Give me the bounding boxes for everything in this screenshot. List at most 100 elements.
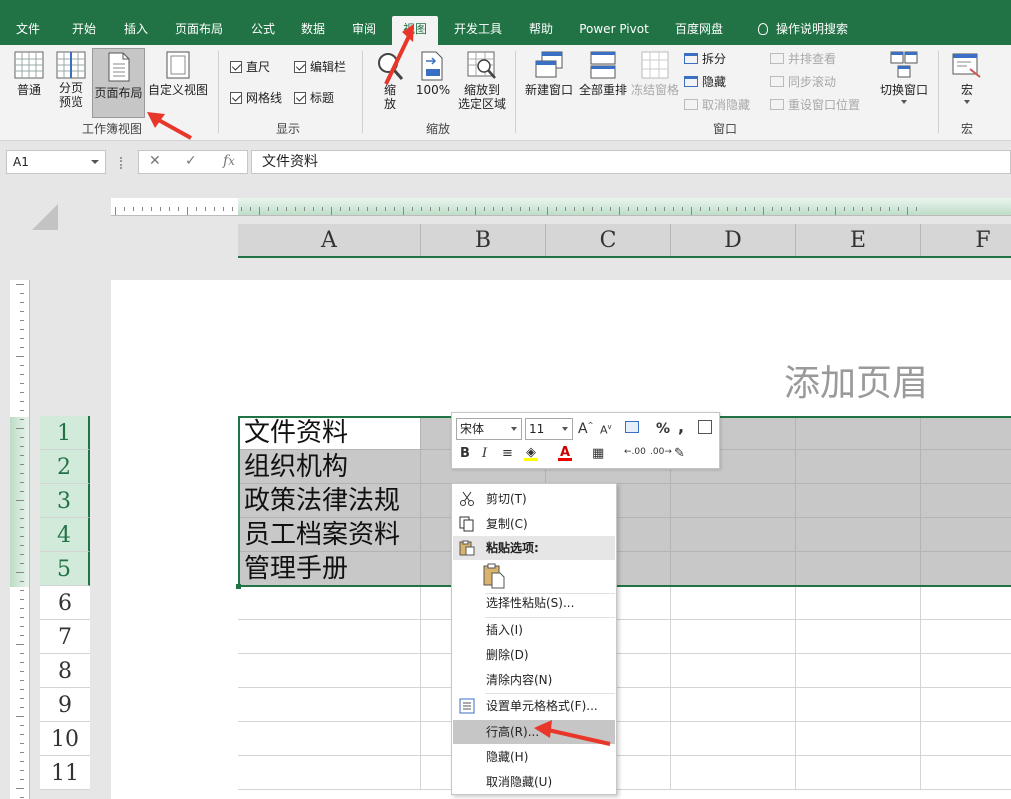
column-header-f[interactable]: F	[921, 224, 1011, 256]
cell-a7[interactable]	[238, 620, 421, 654]
menu-item-hide[interactable]: 隐藏(H)	[453, 745, 615, 769]
cell-f2[interactable]	[921, 450, 1011, 484]
cell-f9[interactable]	[921, 688, 1011, 722]
cell-d5[interactable]	[671, 552, 796, 586]
enter-icon[interactable]: ✓	[185, 153, 197, 169]
cell-e9[interactable]	[796, 688, 921, 722]
view-side-by-side-button[interactable]: 并排查看	[770, 49, 836, 69]
zoom-to-selection-button[interactable]: 缩放到 选定区域	[454, 51, 510, 119]
bold-icon[interactable]: B	[460, 446, 470, 461]
cell-f6[interactable]	[921, 586, 1011, 620]
menu-item-row-height[interactable]: 行高(R)...	[453, 720, 615, 744]
hide-window-button[interactable]: 隐藏	[684, 72, 726, 92]
font-size-dropdown[interactable]: 11	[525, 418, 573, 440]
merge-cells-icon[interactable]	[697, 420, 713, 436]
cell-e10[interactable]	[796, 722, 921, 756]
zoom-100-button[interactable]: 100%	[412, 51, 454, 111]
cell-a9[interactable]	[238, 688, 421, 722]
split-button[interactable]: 拆分	[684, 49, 726, 69]
font-color-icon[interactable]: A	[558, 445, 572, 461]
cell-d6[interactable]	[671, 586, 796, 620]
macros-button[interactable]: 宏	[946, 51, 988, 119]
row-header-3[interactable]: 3	[40, 484, 90, 518]
menu-item-unhide[interactable]: 取消隐藏(U)	[453, 770, 615, 794]
row-header-1[interactable]: 1	[40, 416, 90, 450]
tab-view[interactable]: 视图	[392, 16, 438, 45]
column-header-c[interactable]: C	[546, 224, 671, 256]
cell-f1[interactable]	[921, 416, 1011, 450]
decrease-font-size-icon[interactable]: Av	[600, 423, 612, 437]
tab-insert[interactable]: 插入	[112, 14, 160, 45]
italic-icon[interactable]: I	[482, 446, 487, 461]
cell-a8[interactable]	[238, 654, 421, 688]
cell-e2[interactable]	[796, 450, 921, 484]
fx-icon[interactable]: fx	[223, 153, 235, 169]
cell-a6[interactable]	[238, 586, 421, 620]
cell-d11[interactable]	[671, 756, 796, 790]
tab-developer[interactable]: 开发工具	[444, 14, 512, 45]
unhide-window-button[interactable]: 取消隐藏	[684, 95, 750, 115]
page-layout-view-button[interactable]: 页面布局	[92, 48, 145, 118]
new-window-button[interactable]: 新建窗口	[522, 51, 576, 111]
menu-item-cut[interactable]: 剪切(T)	[453, 487, 615, 511]
custom-views-button[interactable]: 自定义视图	[146, 51, 210, 111]
tab-page-layout[interactable]: 页面布局	[166, 14, 232, 45]
select-all-corner[interactable]	[32, 204, 58, 230]
cell-a11[interactable]	[238, 756, 421, 790]
ruler-checkbox[interactable]: 直尺	[230, 57, 270, 77]
decrease-decimal-icon[interactable]: .00→	[650, 447, 672, 457]
menu-item-paste-special[interactable]: 选择性粘贴(S)...	[453, 591, 615, 615]
row-header-2[interactable]: 2	[40, 450, 90, 484]
cell-e11[interactable]	[796, 756, 921, 790]
cell-e1[interactable]	[796, 416, 921, 450]
cell-a1[interactable]: 文件资料	[238, 416, 421, 450]
tab-data[interactable]: 数据	[290, 14, 336, 45]
synchronous-scrolling-button[interactable]: 同步滚动	[770, 72, 836, 92]
row-header-11[interactable]: 11	[40, 756, 90, 790]
headings-checkbox[interactable]: 标题	[294, 88, 334, 108]
increase-decimal-icon[interactable]: ←.00	[624, 447, 646, 457]
cell-a4[interactable]: 员工档案资料	[238, 518, 421, 552]
column-header-b[interactable]: B	[421, 224, 546, 256]
cell-d4[interactable]	[671, 518, 796, 552]
cell-a5[interactable]: 管理手册	[238, 552, 421, 586]
cell-e7[interactable]	[796, 620, 921, 654]
column-header-a[interactable]: A	[238, 224, 421, 256]
cell-d3[interactable]	[671, 484, 796, 518]
row-header-7[interactable]: 7	[40, 620, 90, 654]
row-header-4[interactable]: 4	[40, 518, 90, 552]
row-header-5[interactable]: 5	[40, 552, 90, 586]
comma-style-icon[interactable]: ,	[678, 417, 684, 436]
column-header-d[interactable]: D	[671, 224, 796, 256]
formula-bar-checkbox[interactable]: 编辑栏	[294, 57, 346, 77]
tab-baidu-netdisk[interactable]: 百度网盘	[666, 14, 732, 45]
align-center-icon[interactable]: ≡	[502, 446, 513, 461]
cancel-icon[interactable]: ✕	[149, 153, 161, 169]
normal-view-button[interactable]: 普通	[8, 51, 50, 111]
freeze-panes-button[interactable]: 冻结窗格	[630, 51, 680, 111]
cell-f4[interactable]	[921, 518, 1011, 552]
cell-d10[interactable]	[671, 722, 796, 756]
cell-e4[interactable]	[796, 518, 921, 552]
row-header-8[interactable]: 8	[40, 654, 90, 688]
borders-icon[interactable]: ▦	[592, 446, 604, 461]
cell-f8[interactable]	[921, 654, 1011, 688]
name-box[interactable]: A1	[6, 150, 106, 174]
reset-window-position-button[interactable]: 重设窗口位置	[770, 95, 860, 115]
cell-d8[interactable]	[671, 654, 796, 688]
arrange-all-button[interactable]: 全部重排	[576, 51, 630, 111]
fill-color-icon[interactable]: ◈	[524, 445, 538, 461]
zoom-button[interactable]: 缩 放	[372, 51, 408, 119]
percent-style-icon[interactable]: %	[656, 421, 670, 437]
menu-item-delete[interactable]: 删除(D)	[453, 643, 615, 667]
menu-item-insert[interactable]: 插入(I)	[453, 618, 615, 642]
tab-power-pivot[interactable]: Power Pivot	[572, 14, 656, 45]
cell-e6[interactable]	[796, 586, 921, 620]
cell-f10[interactable]	[921, 722, 1011, 756]
cell-a10[interactable]	[238, 722, 421, 756]
tab-home[interactable]: 开始	[60, 14, 108, 45]
cell-f7[interactable]	[921, 620, 1011, 654]
tab-formulas[interactable]: 公式	[240, 14, 286, 45]
cell-e8[interactable]	[796, 654, 921, 688]
row-header-9[interactable]: 9	[40, 688, 90, 722]
